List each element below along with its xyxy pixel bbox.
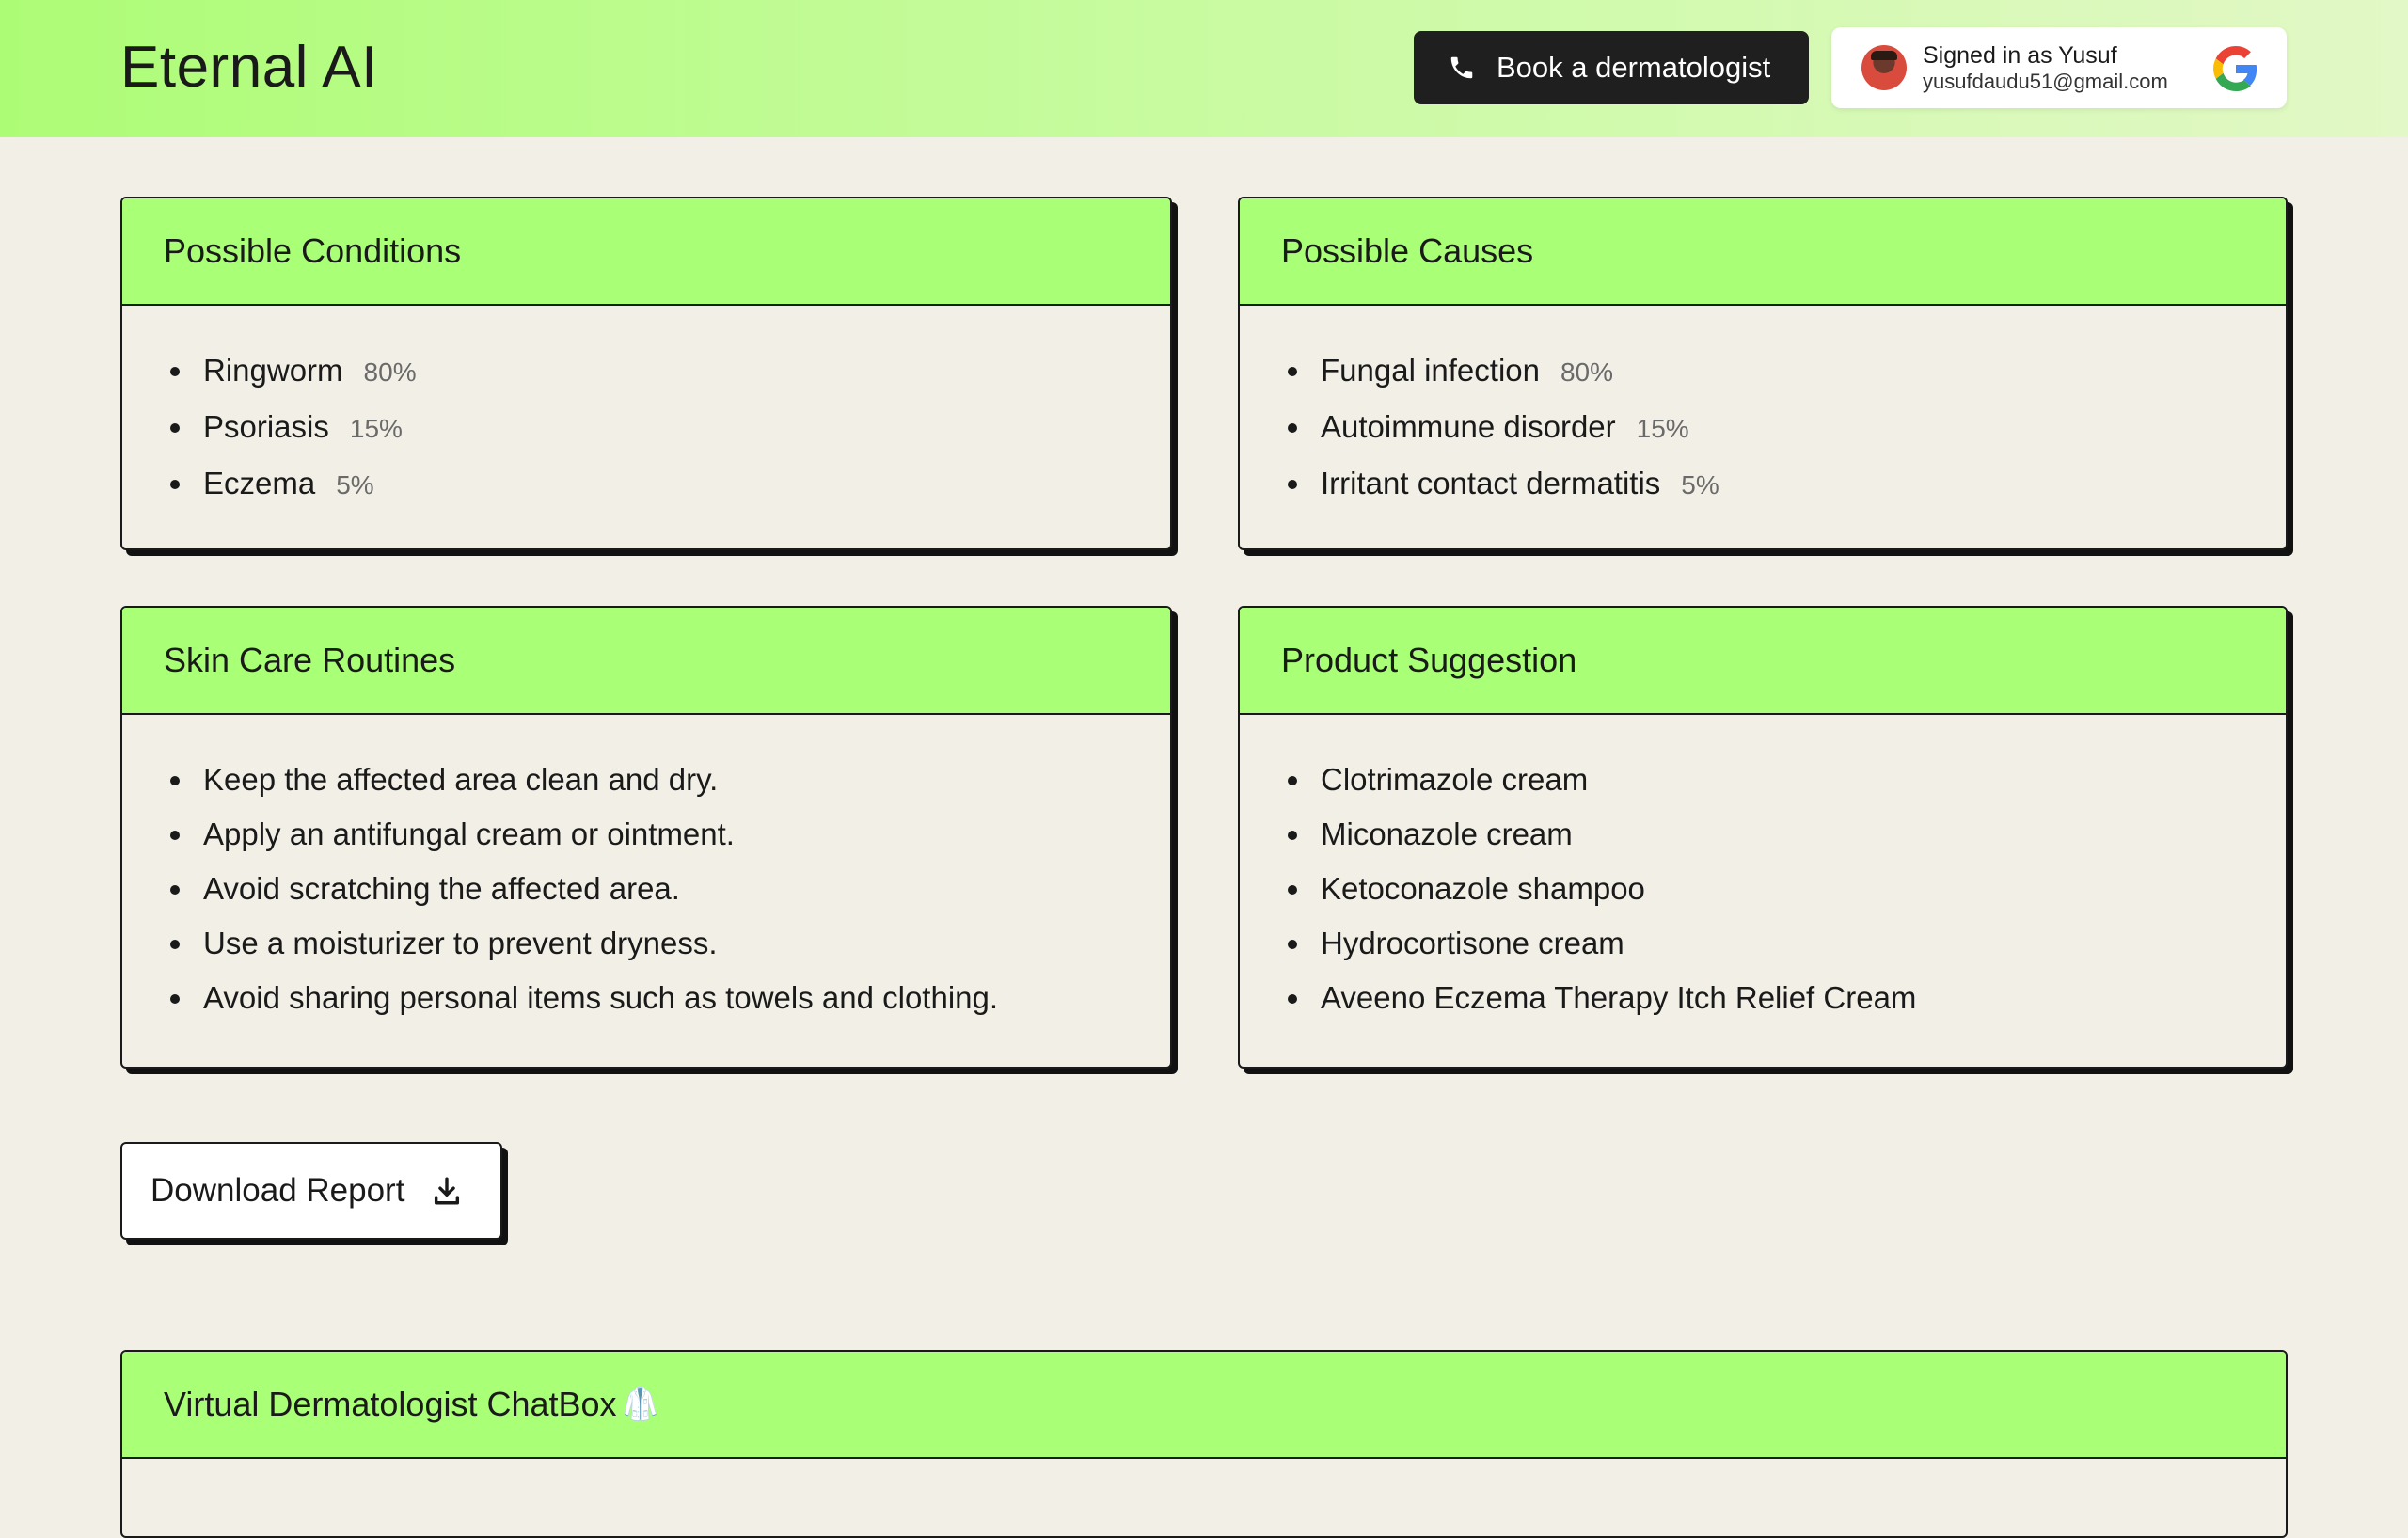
book-dermatologist-label: Book a dermatologist <box>1497 51 1771 84</box>
possible-causes-card: Possible Causes Fungal infection 80% Auto… <box>1238 197 2288 550</box>
product-suggestion-card: Product Suggestion Clotrimazole cream Mi… <box>1238 606 2288 1069</box>
conditions-list: Ringworm 80% Psoriasis 15% Eczema 5% <box>196 343 1170 513</box>
phone-icon <box>1450 56 1473 79</box>
cause-name: Fungal infection <box>1321 353 1540 388</box>
chatbox-title: Virtual Dermatologist ChatBox <box>164 1385 617 1423</box>
probability: 80% <box>363 357 417 387</box>
list-item: Avoid sharing personal items such as tow… <box>196 971 1170 1025</box>
download-report-label: Download Report <box>150 1172 405 1209</box>
condition-name: Eczema <box>203 466 316 500</box>
products-list: Clotrimazole cream Miconazole cream Keto… <box>1313 753 2286 1025</box>
list-item: Miconazole cream <box>1313 807 2286 862</box>
list-item: Psoriasis 15% <box>196 400 1170 456</box>
list-item: Aveeno Eczema Therapy Itch Relief Cream <box>1313 971 2286 1025</box>
list-item: Keep the affected area clean and dry. <box>196 753 1170 807</box>
account-chip[interactable]: Signed in as Yusuf yusufdaudu51@gmail.co… <box>1831 27 2287 108</box>
list-item: Irritant contact dermatitis 5% <box>1313 456 2286 513</box>
card-title: Possible Conditions <box>122 198 1170 306</box>
signed-in-label: Signed in as Yusuf <box>1923 41 2117 69</box>
list-item: Clotrimazole cream <box>1313 753 2286 807</box>
card-title: Possible Causes <box>1240 198 2286 306</box>
account-email: yusufdaudu51@gmail.com <box>1923 69 2168 93</box>
list-item: Apply an antifungal cream or ointment. <box>196 807 1170 862</box>
list-item: Eczema 5% <box>196 456 1170 513</box>
download-icon <box>435 1177 460 1205</box>
avatar <box>1861 45 1907 90</box>
skin-care-routines-card: Skin Care Routines Keep the affected are… <box>120 606 1172 1069</box>
brand-title: Eternal AI <box>120 35 378 100</box>
book-dermatologist-button[interactable]: Book a dermatologist <box>1414 31 1809 104</box>
causes-list: Fungal infection 80% Autoimmune disorder 1… <box>1313 343 2286 513</box>
chatbox-header: Virtual Dermatologist ChatBox 🥼 <box>122 1352 2286 1459</box>
probability: 5% <box>336 470 374 499</box>
list-item: Hydrocortisone cream <box>1313 916 2286 971</box>
list-item: Use a moisturizer to prevent dryness. <box>196 916 1170 971</box>
condition-name: Ringworm <box>203 353 343 388</box>
list-item: Fungal infection 80% <box>1313 343 2286 400</box>
top-header: Eternal AI Book a dermatologist Signed i… <box>0 0 2408 137</box>
list-item: Avoid scratching the affected area. <box>196 862 1170 916</box>
probability: 5% <box>1681 470 1719 499</box>
cause-name: Irritant contact dermatitis <box>1321 466 1661 500</box>
lab-coat-icon: 🥼 <box>620 1387 660 1422</box>
list-item: Ringworm 80% <box>196 343 1170 400</box>
card-title: Skin Care Routines <box>122 608 1170 715</box>
chatbox-card: Virtual Dermatologist ChatBox 🥼 <box>120 1350 2288 1538</box>
download-report-button[interactable]: Download Report <box>120 1142 502 1240</box>
list-item: Ketoconazole shampoo <box>1313 862 2286 916</box>
condition-name: Psoriasis <box>203 409 329 444</box>
probability: 15% <box>349 414 403 443</box>
card-title: Product Suggestion <box>1240 608 2286 715</box>
probability: 15% <box>1636 414 1689 443</box>
google-icon <box>2213 46 2258 91</box>
probability: 80% <box>1560 357 1614 387</box>
routines-list: Keep the affected area clean and dry. Ap… <box>196 753 1170 1025</box>
cause-name: Autoimmune disorder <box>1321 409 1616 444</box>
list-item: Autoimmune disorder 15% <box>1313 400 2286 456</box>
possible-conditions-card: Possible Conditions Ringworm 80% Psoriasi… <box>120 197 1172 550</box>
